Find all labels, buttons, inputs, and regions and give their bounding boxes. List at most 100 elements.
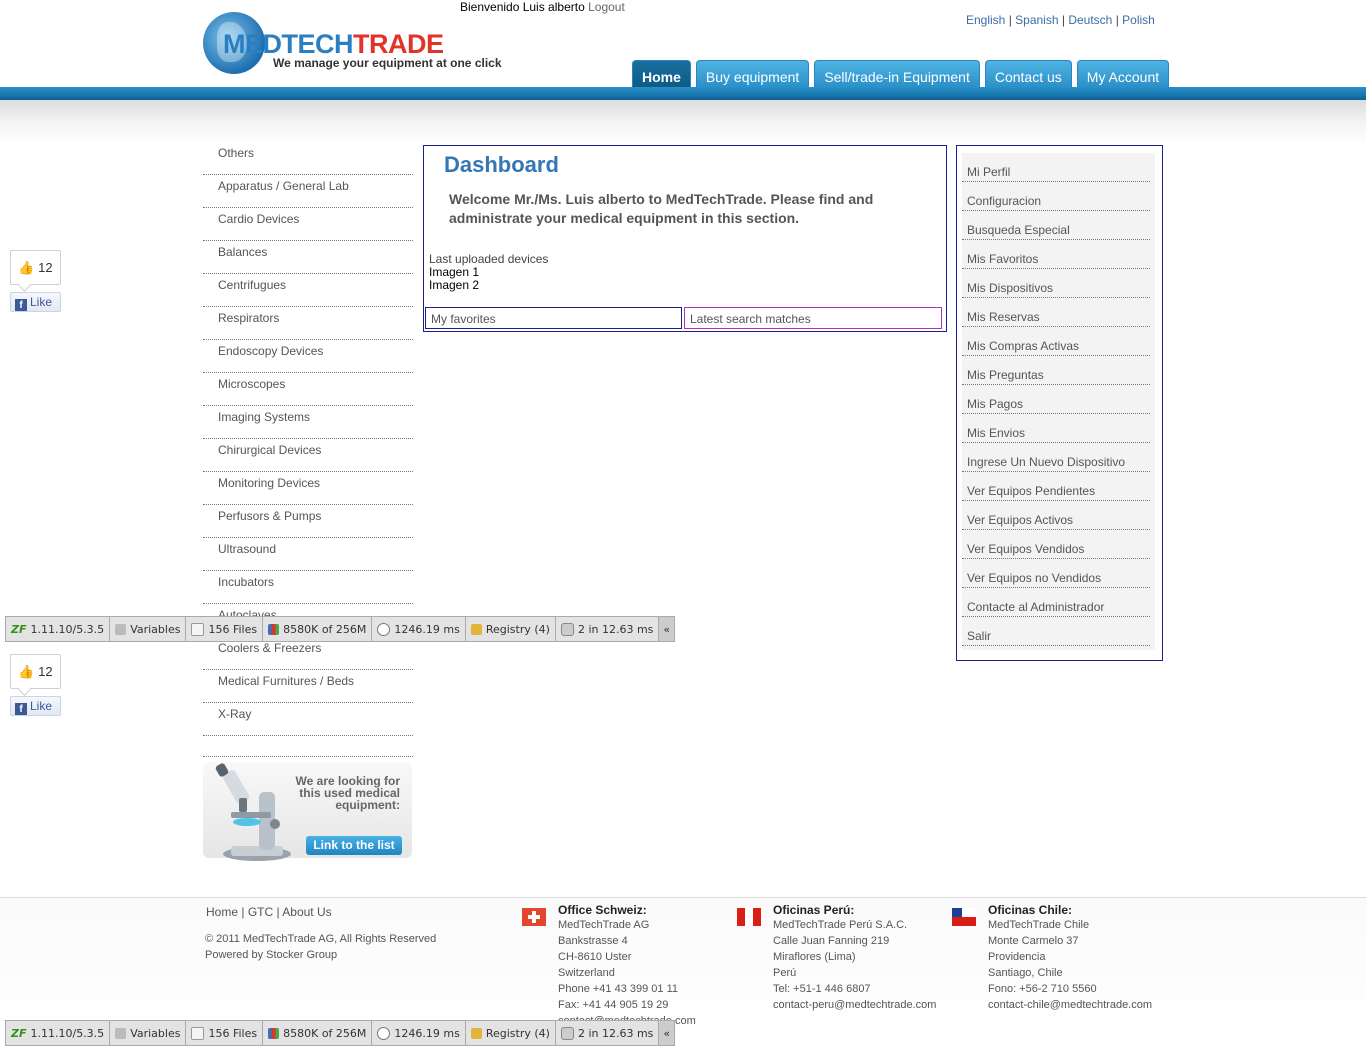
lang-english[interactable]: English bbox=[966, 13, 1005, 27]
category-item[interactable]: Imaging Systems bbox=[203, 406, 413, 439]
debug-registry[interactable]: Registry (4) bbox=[466, 1021, 556, 1045]
account-menu-item[interactable]: Ingrese Un Nuevo Dispositivo bbox=[962, 443, 1150, 472]
category-item[interactable]: X-Ray bbox=[203, 703, 413, 736]
office-line: MedTechTrade Chile bbox=[988, 919, 1090, 931]
office-line: Perú bbox=[773, 967, 797, 979]
collapse-toolbar-button[interactable]: « bbox=[659, 1021, 675, 1045]
category-list: Others Apparatus / General Lab Cardio De… bbox=[203, 142, 413, 757]
footer-link-home[interactable]: Home bbox=[206, 905, 238, 919]
office-line: Switzerland bbox=[558, 967, 615, 979]
clock-icon bbox=[377, 1026, 391, 1040]
debug-toolbar: ZF 1.11.10/5.3.5 Variables 156 Files 8580… bbox=[5, 616, 676, 642]
facebook-like-button[interactable]: f Like bbox=[10, 292, 61, 312]
account-menu-item[interactable]: Ver Equipos Pendientes bbox=[962, 472, 1150, 501]
debug-memory[interactable]: 8580K of 256M bbox=[263, 617, 373, 641]
category-item[interactable]: Perfusors & Pumps bbox=[203, 505, 413, 538]
tab-sell-trade-in[interactable]: Sell/trade-in Equipment bbox=[814, 60, 980, 88]
account-menu-item[interactable]: Ver Equipos no Vendidos bbox=[962, 559, 1150, 588]
account-menu-item[interactable]: Mi Perfil bbox=[962, 153, 1150, 182]
header-bar bbox=[0, 87, 1366, 100]
wanted-equipment-text: We are looking for this used medical equ… bbox=[295, 774, 400, 812]
account-menu-item[interactable]: Contacte al Administrador bbox=[962, 588, 1150, 617]
office-schweiz: Office Schweiz: MedTechTrade AG Bankstra… bbox=[558, 904, 696, 1029]
footer-link-about[interactable]: About Us bbox=[282, 905, 331, 919]
debug-time[interactable]: 1246.19 ms bbox=[372, 617, 466, 641]
office-line: MedTechTrade AG bbox=[558, 919, 650, 931]
uploaded-device-item[interactable]: Imagen 2 bbox=[429, 279, 548, 292]
debug-memory[interactable]: 8580K of 256M bbox=[263, 1021, 373, 1045]
category-item[interactable]: Cardio Devices bbox=[203, 208, 413, 241]
search-matches-box[interactable]: Latest search matches bbox=[684, 307, 942, 329]
site-logo[interactable]: MEDTECHTRADE We manage your equipment at… bbox=[203, 12, 502, 76]
category-item[interactable]: Apparatus / General Lab bbox=[203, 175, 413, 208]
category-item[interactable]: Chirurgical Devices bbox=[203, 439, 413, 472]
account-menu-item[interactable]: Salir bbox=[962, 617, 1150, 646]
tab-home[interactable]: Home bbox=[632, 60, 691, 88]
tab-contact-us[interactable]: Contact us bbox=[984, 60, 1072, 88]
facebook-like-button[interactable]: f Like bbox=[10, 696, 61, 716]
main-nav: Home Buy equipment Sell/trade-in Equipme… bbox=[632, 60, 1170, 88]
account-menu-item[interactable]: Mis Compras Activas bbox=[962, 327, 1150, 356]
wanted-list-button[interactable]: Link to the list bbox=[306, 836, 402, 855]
variables-icon bbox=[115, 1027, 127, 1039]
account-menu-item[interactable]: Mis Preguntas bbox=[962, 356, 1150, 385]
tab-buy-equipment[interactable]: Buy equipment bbox=[695, 60, 810, 88]
collapse-toolbar-button[interactable]: « bbox=[659, 617, 675, 641]
search-matches-label: Latest search matches bbox=[690, 312, 811, 326]
office-peru: Oficinas Perú: MedTechTrade Perú S.A.C. … bbox=[773, 904, 936, 1013]
favorites-box[interactable]: My favorites bbox=[425, 307, 682, 329]
account-menu-item[interactable]: Busqueda Especial bbox=[962, 211, 1150, 240]
office-line: Miraflores (Lima) bbox=[773, 951, 856, 963]
account-menu-item[interactable]: Mis Pagos bbox=[962, 385, 1150, 414]
debug-database[interactable]: 2 in 12.63 ms bbox=[556, 1021, 660, 1045]
logout-link[interactable]: Logout bbox=[588, 0, 625, 14]
office-email[interactable]: contact-peru@medtechtrade.com bbox=[773, 997, 936, 1013]
category-item[interactable]: Balances bbox=[203, 241, 413, 274]
like-label: Like bbox=[30, 699, 53, 713]
wanted-equipment-box: We are looking for this used medical equ… bbox=[203, 762, 412, 861]
debug-time[interactable]: 1246.19 ms bbox=[372, 1021, 466, 1045]
category-item[interactable]: Respirators bbox=[203, 307, 413, 340]
category-item[interactable]: Endoscopy Devices bbox=[203, 340, 413, 373]
variables-icon bbox=[115, 623, 127, 635]
lang-deutsch[interactable]: Deutsch bbox=[1068, 13, 1112, 27]
account-menu-item[interactable]: Ver Equipos Vendidos bbox=[962, 530, 1150, 559]
microscope-icon bbox=[215, 763, 291, 861]
category-item[interactable]: Microscopes bbox=[203, 373, 413, 406]
debug-registry[interactable]: Registry (4) bbox=[466, 617, 556, 641]
clock-icon bbox=[377, 622, 391, 636]
debug-variables[interactable]: Variables bbox=[110, 617, 187, 641]
category-item[interactable]: Incubators bbox=[203, 571, 413, 604]
like-label: Like bbox=[30, 295, 53, 309]
category-item[interactable]: Monitoring Devices bbox=[203, 472, 413, 505]
favorites-label: My favorites bbox=[431, 312, 496, 326]
category-item[interactable]: Others bbox=[203, 142, 413, 175]
account-menu-item[interactable]: Mis Envios bbox=[962, 414, 1150, 443]
debug-files[interactable]: 156 Files bbox=[186, 1021, 264, 1045]
account-menu-item[interactable]: Mis Favoritos bbox=[962, 240, 1150, 269]
lang-spanish[interactable]: Spanish bbox=[1015, 13, 1058, 27]
zf-version[interactable]: ZF 1.11.10/5.3.5 bbox=[6, 1021, 111, 1045]
category-item[interactable]: Medical Furnitures / Beds bbox=[203, 670, 413, 703]
category-item[interactable]: Centrifugues bbox=[203, 274, 413, 307]
office-line: Providencia bbox=[988, 951, 1046, 963]
account-menu-item[interactable]: Mis Reservas bbox=[962, 298, 1150, 327]
debug-variables[interactable]: Variables bbox=[110, 1021, 187, 1045]
account-menu-item[interactable]: Ver Equipos Activos bbox=[962, 501, 1150, 530]
footer-link-gtc[interactable]: GTC bbox=[248, 905, 273, 919]
debug-files[interactable]: 156 Files bbox=[186, 617, 264, 641]
like-count-box: 👍 12 bbox=[10, 654, 61, 689]
lang-polish[interactable]: Polish bbox=[1122, 13, 1155, 27]
zf-version[interactable]: ZF 1.11.10/5.3.5 bbox=[6, 617, 111, 641]
debug-database[interactable]: 2 in 12.63 ms bbox=[556, 617, 660, 641]
footer-links: Home | GTC | About Us bbox=[206, 905, 332, 919]
office-line: Fono: +56-2 710 5560 bbox=[988, 983, 1097, 995]
tab-my-account[interactable]: My Account bbox=[1076, 60, 1170, 88]
swiss-flag-icon bbox=[522, 908, 546, 926]
office-email[interactable]: contact-chile@medtechtrade.com bbox=[988, 997, 1152, 1013]
account-menu-item[interactable]: Configuracion bbox=[962, 182, 1150, 211]
account-menu: Mi Perfil Configuracion Busqueda Especia… bbox=[956, 145, 1163, 661]
account-menu-item[interactable]: Mis Dispositivos bbox=[962, 269, 1150, 298]
category-item[interactable]: Ultrasound bbox=[203, 538, 413, 571]
office-line: Tel: +51-1 446 6807 bbox=[773, 983, 871, 995]
